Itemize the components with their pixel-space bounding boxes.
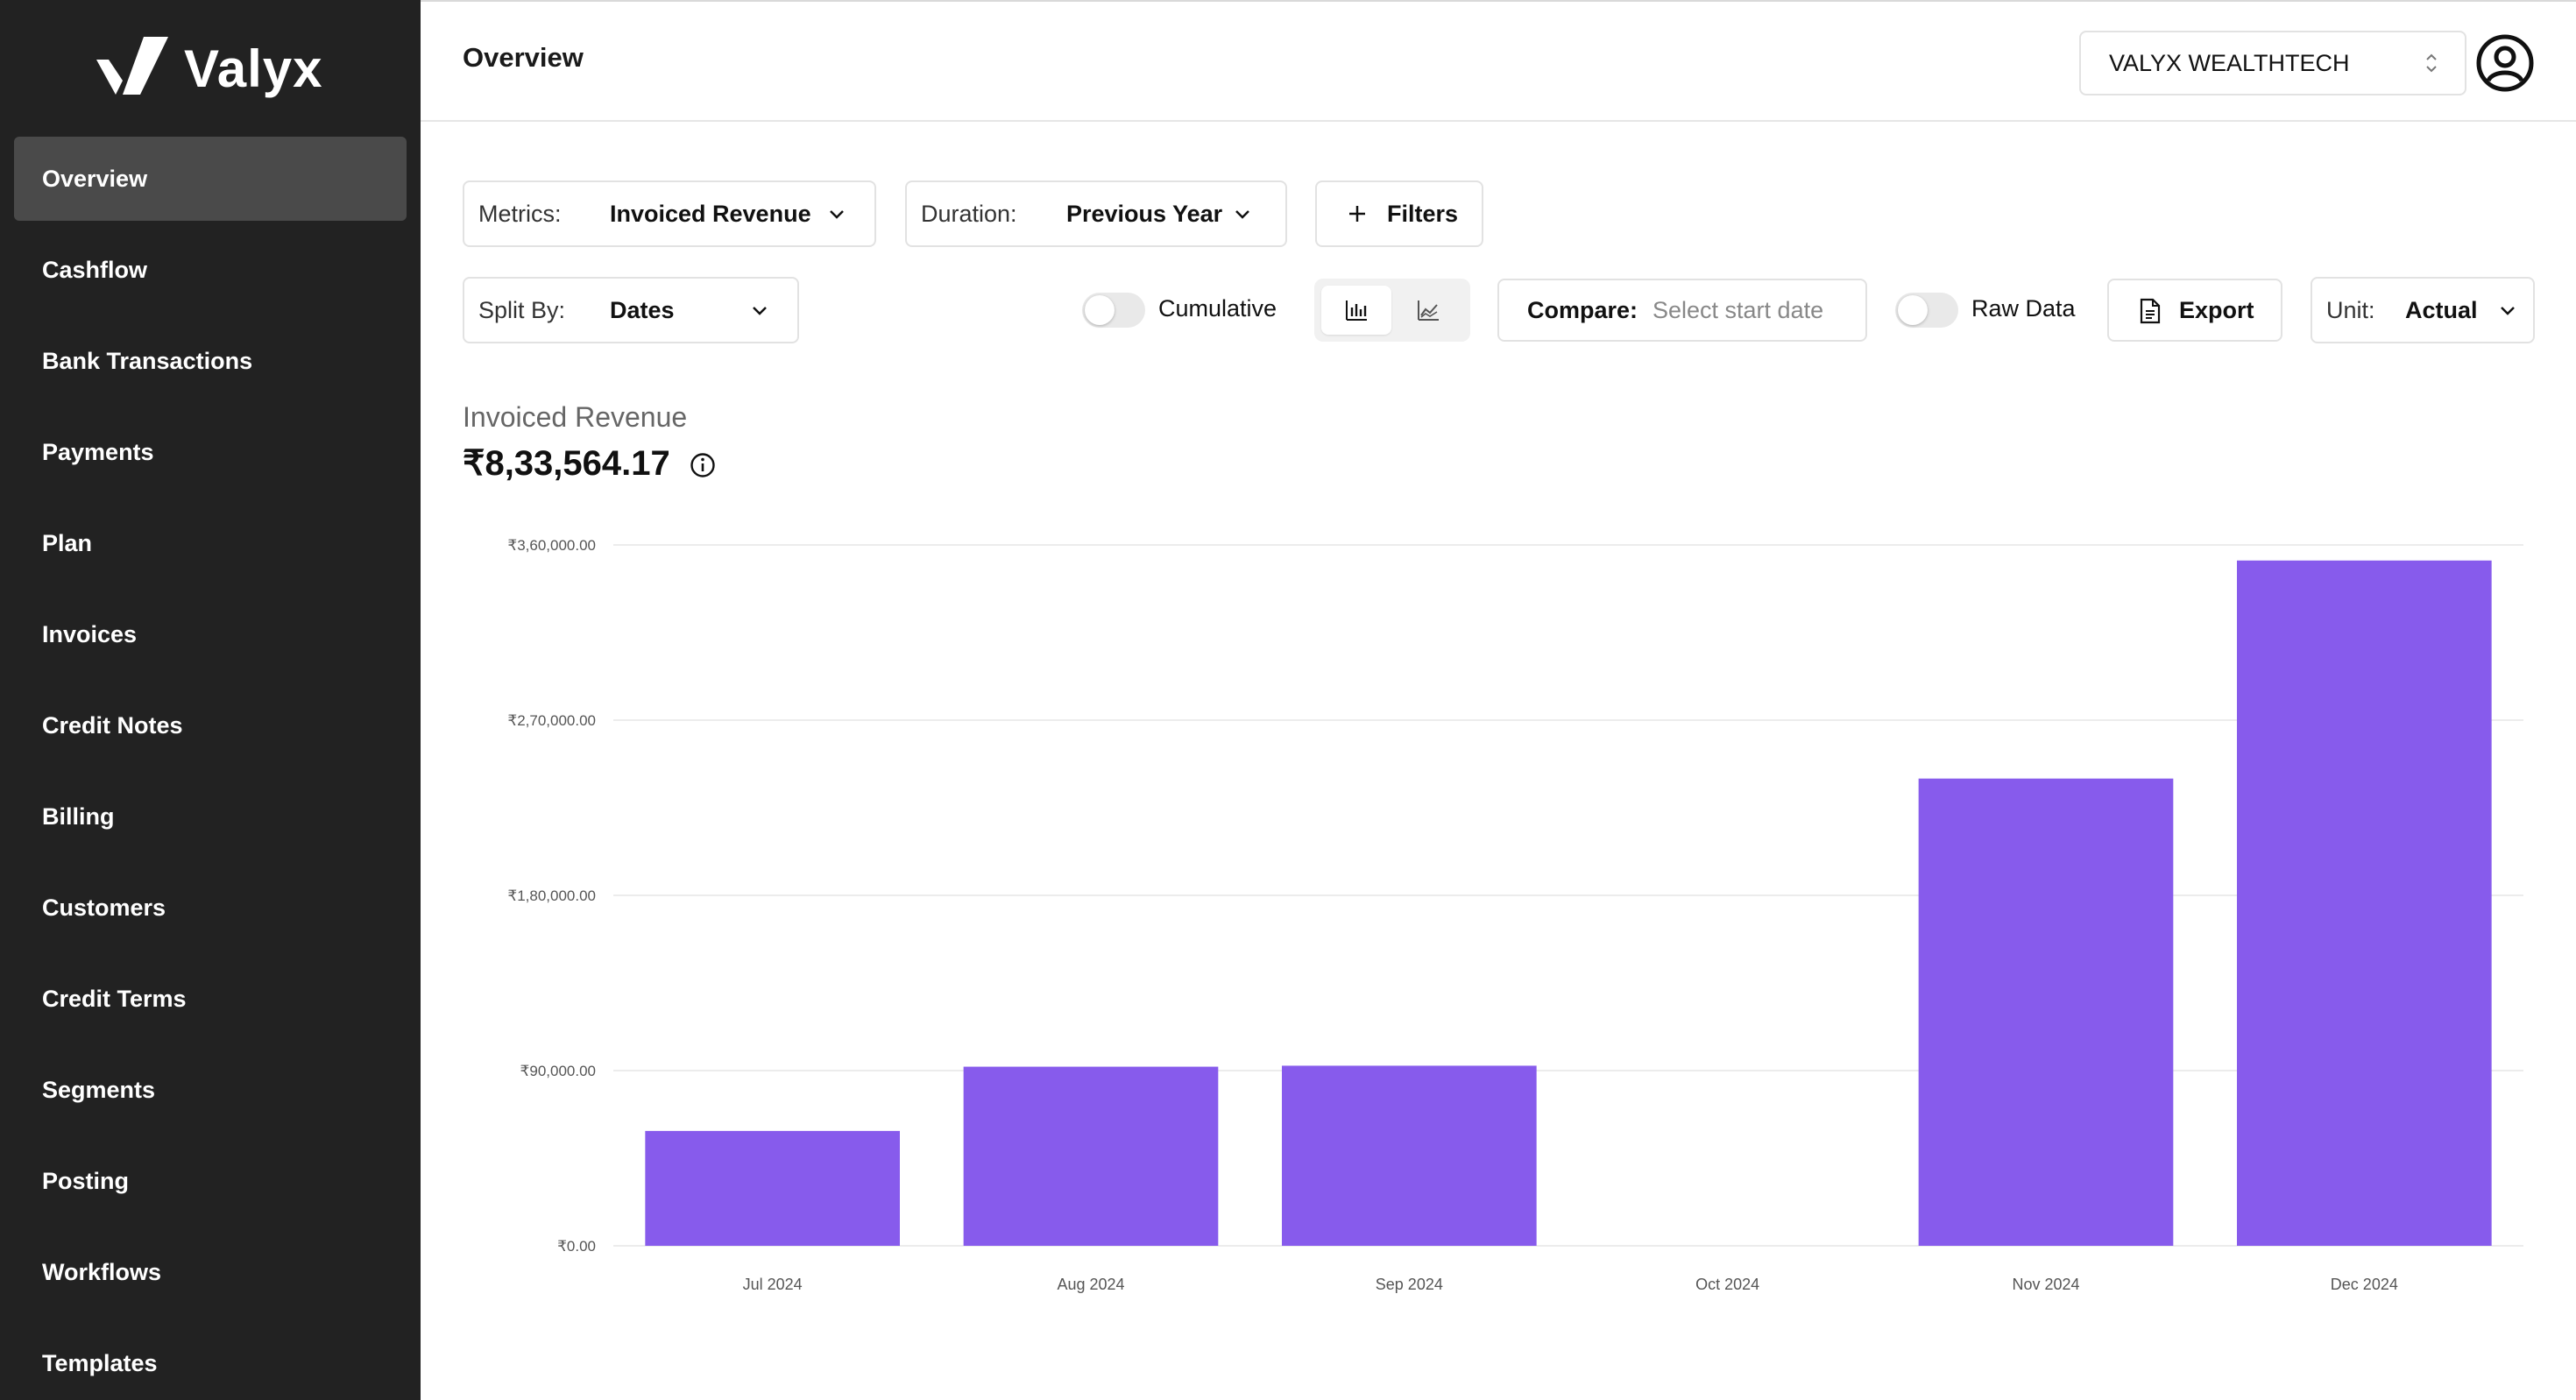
organization-select[interactable]: VALYX WEALTHTECH <box>2079 31 2466 95</box>
sidebar-item-posting[interactable]: Posting <box>14 1139 407 1223</box>
app-logo[interactable]: Valyx <box>96 35 323 102</box>
app-name: Valyx <box>184 39 323 98</box>
x-tick-label: Aug 2024 <box>1057 1276 1124 1293</box>
cumulative-label: Cumulative <box>1158 295 1277 322</box>
summary-metric-label: Invoiced Revenue <box>463 401 688 433</box>
sidebar-item-credit-notes[interactable]: Credit Notes <box>14 683 407 767</box>
split-by-label: Split By: <box>478 296 566 323</box>
sidebar-item-overview[interactable]: Overview <box>14 137 407 221</box>
y-tick-label: ₹0.00 <box>557 1238 596 1255</box>
sidebar-item-payments[interactable]: Payments <box>14 410 407 494</box>
raw-data-label: Raw Data <box>1971 295 2076 322</box>
chevron-down-icon <box>2501 307 2515 315</box>
sidebar-item-templates[interactable]: Templates <box>14 1321 407 1400</box>
sidebar-item-bank-transactions[interactable]: Bank Transactions <box>14 319 407 403</box>
sidebar-item-customers[interactable]: Customers <box>14 866 407 950</box>
bar-nov-2024[interactable] <box>1918 778 2174 1246</box>
chart-type-switcher <box>1314 279 1470 342</box>
y-tick-label: ₹90,000.00 <box>520 1063 596 1079</box>
unit-value: Actual <box>2405 296 2478 323</box>
sidebar-item-workflows[interactable]: Workflows <box>14 1230 407 1314</box>
sidebar-item-plan[interactable]: Plan <box>14 501 407 585</box>
x-tick-label: Sep 2024 <box>1376 1276 1443 1293</box>
bar-chart-button[interactable] <box>1321 286 1391 335</box>
x-tick-label: Dec 2024 <box>2331 1276 2398 1293</box>
split-by-value: Dates <box>610 296 675 323</box>
x-tick-label: Nov 2024 <box>2012 1276 2079 1293</box>
metrics-dropdown[interactable]: Metrics: Invoiced Revenue <box>463 180 876 247</box>
line-chart-button[interactable] <box>1393 286 1463 335</box>
file-export-icon <box>2140 298 2161 324</box>
compare-placeholder: Select start date <box>1652 296 1824 323</box>
metrics-label: Metrics: <box>478 200 562 227</box>
organization-name: VALYX WEALTHTECH <box>2109 49 2350 76</box>
sidebar: Valyx Overview Cashflow Bank Transactions P… <box>0 0 421 1400</box>
duration-label: Duration: <box>921 200 1017 227</box>
unit-label: Unit: <box>2326 296 2375 323</box>
bar-chart-icon <box>1346 301 1367 321</box>
duration-value: Previous Year <box>1066 200 1223 227</box>
sidebar-item-cashflow[interactable]: Cashflow <box>14 228 407 312</box>
y-tick-label: ₹1,80,000.00 <box>507 887 596 904</box>
info-icon[interactable] <box>690 452 716 478</box>
valyx-logo-icon <box>96 37 168 95</box>
export-button[interactable]: Export <box>2107 279 2282 342</box>
raw-data-toggle[interactable] <box>1895 293 1958 328</box>
split-by-dropdown[interactable]: Split By: Dates <box>463 277 799 343</box>
compare-label: Compare: <box>1527 296 1638 323</box>
duration-dropdown[interactable]: Duration: Previous Year <box>905 180 1287 247</box>
summary-metric-value: ₹8,33,564.17 <box>463 444 670 483</box>
filters-label: Filters <box>1387 200 1459 227</box>
plus-icon <box>1349 206 1365 222</box>
sidebar-item-credit-terms[interactable]: Credit Terms <box>14 957 407 1041</box>
unit-dropdown[interactable]: Unit: Actual <box>2311 277 2535 343</box>
sidebar-item-billing[interactable]: Billing <box>14 774 407 859</box>
x-tick-label: Oct 2024 <box>1695 1276 1759 1293</box>
sidebar-item-segments[interactable]: Segments <box>14 1048 407 1132</box>
chevron-down-icon <box>753 307 767 315</box>
bar-aug-2024[interactable] <box>963 1066 1219 1246</box>
y-tick-label: ₹2,70,000.00 <box>507 712 596 729</box>
page-title: Overview <box>463 42 584 73</box>
filters-button[interactable]: Filters <box>1315 180 1483 247</box>
y-tick-label: ₹3,60,000.00 <box>507 537 596 554</box>
user-circle-icon[interactable] <box>2475 33 2535 93</box>
sidebar-nav: Overview Cashflow Bank Transactions Payment… <box>14 137 407 1400</box>
bar-dec-2024[interactable] <box>2237 560 2492 1246</box>
chevron-up-down-icon <box>2426 53 2437 73</box>
bar-jul-2024[interactable] <box>645 1130 900 1246</box>
bar-sep-2024[interactable] <box>1282 1065 1537 1246</box>
sidebar-item-invoices[interactable]: Invoices <box>14 592 407 676</box>
cumulative-toggle[interactable] <box>1082 293 1145 328</box>
export-label: Export <box>2179 296 2254 323</box>
compare-date-picker[interactable]: Compare: Select start date <box>1497 279 1867 342</box>
x-tick-label: Jul 2024 <box>743 1276 803 1293</box>
chevron-down-icon <box>1235 210 1249 219</box>
chevron-down-icon <box>830 210 844 219</box>
top-header: Overview VALYX WEALTHTECH <box>421 0 2576 122</box>
metrics-value: Invoiced Revenue <box>610 200 811 227</box>
revenue-bar-chart: ₹0.00 ₹90,000.00 ₹1,80,000.00 ₹2,70,000.00 ₹… <box>507 537 2523 1293</box>
line-chart-icon <box>1418 301 1439 321</box>
